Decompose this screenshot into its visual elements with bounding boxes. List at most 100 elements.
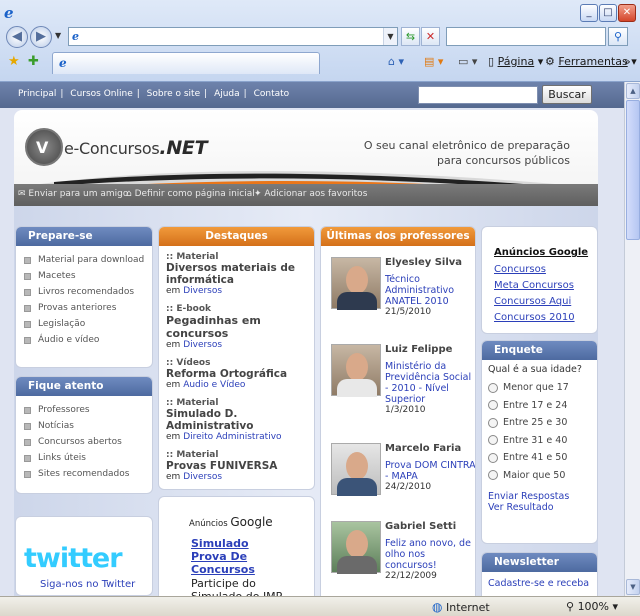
teacher-photo[interactable]: [331, 521, 381, 574]
bullet-icon: [24, 406, 31, 414]
add-favorites-link[interactable]: ✦ Adicionar aos favoritos: [254, 189, 367, 199]
poll-option[interactable]: Entre 41 e 50: [488, 449, 597, 467]
newsletter-signup-link[interactable]: Cadastre-se e receba: [482, 572, 597, 589]
nav-link-cursos[interactable]: Cursos Online: [70, 89, 132, 99]
bullet-icon: [24, 470, 31, 478]
scroll-up-icon[interactable]: ▲: [626, 83, 640, 99]
poll-option[interactable]: Entre 25 e 30: [488, 414, 597, 432]
refresh-button[interactable]: ⇆: [401, 27, 420, 46]
nav-link-sobre[interactable]: Sobre o site: [147, 89, 200, 99]
ad-link[interactable]: Meta Concursos: [494, 280, 597, 291]
poll-option[interactable]: Entre 31 e 40: [488, 432, 597, 450]
search-icon[interactable]: ⚲: [608, 27, 628, 46]
site-search-input[interactable]: [418, 86, 538, 104]
web-page: Principal | Cursos Online | Sobre o site | …: [0, 82, 624, 596]
attentive-item[interactable]: Links úteis: [24, 450, 152, 466]
bullet-icon: [24, 288, 31, 296]
prepare-box: Prepare-se Material para download Macete…: [15, 226, 153, 368]
twitter-box[interactable]: twitter Siga-nos no Twitter: [15, 516, 153, 596]
poll-option[interactable]: Maior que 50: [488, 467, 597, 485]
tools-menu[interactable]: ⚙ Ferramentas ▾: [545, 55, 637, 68]
send-friend-link[interactable]: ✉ Enviar para um amigo: [18, 189, 128, 199]
bullet-icon: [24, 320, 31, 328]
ad-link[interactable]: Concursos 2010: [494, 312, 597, 323]
nav-link-principal[interactable]: Principal: [18, 89, 56, 99]
bullet-icon: [24, 272, 31, 280]
vertical-scrollbar[interactable]: ▲ ▼: [624, 82, 640, 596]
security-zone[interactable]: ◍ Internet: [432, 600, 552, 615]
poll-submit-link[interactable]: Enviar Respostas: [488, 491, 597, 502]
minimize-button[interactable]: _: [580, 4, 598, 22]
ads-box: Anúncios Google Concursos Meta Concursos…: [481, 226, 598, 334]
poll-question: Qual é a sua idade?: [488, 364, 582, 375]
tab-page-icon: e: [59, 56, 67, 70]
set-homepage-link[interactable]: ⌂ Definir como página inicial: [126, 189, 255, 199]
teacher-photo[interactable]: [331, 443, 381, 496]
back-button[interactable]: ◀: [6, 26, 28, 48]
prepare-item[interactable]: Livros recomendados: [24, 284, 152, 300]
home-icon[interactable]: ⌂ ▾: [388, 55, 404, 68]
prepare-item[interactable]: Material para download: [24, 252, 152, 268]
toolbar-overflow-icon[interactable]: »: [624, 55, 631, 68]
newsletter-box: Newsletter Cadastre-se e receba: [481, 552, 598, 596]
attentive-item[interactable]: Notícias: [24, 418, 152, 434]
ad-link[interactable]: Concursos Aqui: [494, 296, 597, 307]
nav-link-contato[interactable]: Contato: [254, 89, 290, 99]
stop-button[interactable]: ✕: [421, 27, 440, 46]
bullet-icon: [24, 336, 31, 344]
attentive-item[interactable]: Professores: [24, 402, 152, 418]
site-search-button[interactable]: Buscar: [542, 85, 592, 104]
zoom-control[interactable]: ⚲ 100% ▾: [566, 600, 618, 613]
print-icon[interactable]: ▭ ▾: [458, 55, 477, 68]
page-menu[interactable]: ▯ Página ▾: [488, 55, 543, 68]
favorites-star-icon[interactable]: ★: [8, 54, 20, 69]
address-dropdown-icon[interactable]: ▼: [383, 28, 397, 45]
maximize-button[interactable]: □: [599, 4, 617, 22]
poll-results-link[interactable]: Ver Resultado: [488, 502, 597, 513]
envelope-icon: ✉: [18, 189, 26, 199]
page-menu-icon: ▯: [488, 55, 495, 68]
poll-option[interactable]: Entre 17 e 24: [488, 397, 597, 415]
history-dropdown-icon[interactable]: ▼: [55, 31, 61, 40]
highlight-item[interactable]: :: Vídeos Reforma Ortográfica em Audio e…: [166, 358, 314, 390]
site-logo-icon[interactable]: V: [25, 128, 63, 166]
attentive-item[interactable]: Concursos abertos: [24, 434, 152, 450]
zoom-icon: ⚲: [566, 600, 575, 613]
radio-icon: [488, 470, 498, 481]
site-logo-text[interactable]: e-Concursos.NET: [64, 137, 208, 159]
bullet-icon: [24, 304, 31, 312]
teacher-photo[interactable]: [331, 344, 381, 397]
prepare-item[interactable]: Legislação: [24, 316, 152, 332]
ie-logo-icon: e: [4, 4, 14, 22]
attentive-box: Fique atento Professores Notícias Concur…: [15, 376, 153, 494]
twitter-follow-link[interactable]: Siga-nos no Twitter: [40, 579, 135, 590]
bullet-icon: [24, 256, 31, 264]
highlight-item[interactable]: :: Material Provas FUNIVERSA em Diversos: [166, 450, 314, 482]
teacher-photo[interactable]: [331, 257, 381, 310]
prepare-item[interactable]: Macetes: [24, 268, 152, 284]
prepare-item[interactable]: Áudio e vídeo: [24, 332, 152, 348]
google-ad-link[interactable]: Simulado Prova De Concursos: [191, 537, 287, 576]
ad-link[interactable]: Concursos: [494, 264, 597, 275]
forward-button[interactable]: ▶: [30, 26, 52, 48]
attentive-title: Fique atento: [16, 377, 152, 396]
search-input[interactable]: [446, 27, 606, 46]
attentive-item[interactable]: Sites recomendados: [24, 466, 152, 482]
highlight-item[interactable]: :: Material Diversos materiais de inform…: [166, 252, 314, 296]
highlight-item[interactable]: :: Material Simulado D. Administrativo e…: [166, 398, 314, 442]
radio-icon: [488, 452, 498, 463]
prepare-item[interactable]: Provas anteriores: [24, 300, 152, 316]
poll-title: Enquete: [482, 341, 597, 360]
scroll-down-icon[interactable]: ▼: [626, 579, 640, 595]
feeds-icon[interactable]: ▤ ▾: [424, 55, 443, 68]
highlight-item[interactable]: :: E-book Pegadinhas em concursos em Div…: [166, 304, 314, 350]
close-button[interactable]: ✕: [618, 4, 636, 22]
browser-tab[interactable]: e: [52, 52, 320, 74]
scroll-thumb[interactable]: [626, 100, 640, 240]
gear-icon: ⚙: [545, 55, 555, 68]
status-bar: ◍ Internet ⚲ 100% ▾: [0, 596, 640, 616]
poll-option[interactable]: Menor que 17: [488, 379, 597, 397]
add-favorite-icon[interactable]: ✚: [28, 54, 39, 69]
nav-link-ajuda[interactable]: Ajuda: [214, 89, 240, 99]
address-bar[interactable]: e ▼: [68, 27, 398, 46]
